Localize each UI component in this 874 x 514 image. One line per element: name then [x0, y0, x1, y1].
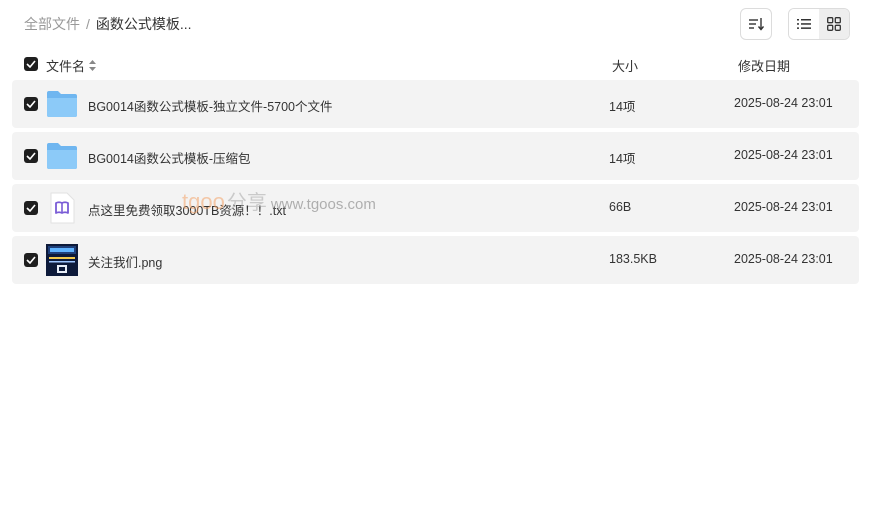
list-item[interactable]: 关注我们.png 183.5KB 2025-08-24 23:01: [12, 236, 859, 284]
column-header: 文件名 大小 修改日期: [24, 54, 854, 74]
select-all-checkbox[interactable]: [24, 57, 38, 71]
list-view-button[interactable]: [789, 9, 819, 39]
breadcrumb: 全部文件 / 函数公式模板...: [24, 14, 192, 34]
file-name[interactable]: BG0014函数公式模板-独立文件-5700个文件: [88, 96, 333, 115]
file-date: 2025-08-24 23:01: [734, 252, 833, 266]
date-column-header: 修改日期: [738, 59, 791, 74]
file-name[interactable]: 点这里免费领取3000TB资源！！.txt: [88, 200, 286, 219]
name-column-header[interactable]: 文件名: [46, 56, 97, 75]
file-date: 2025-08-24 23:01: [734, 200, 833, 214]
file-browser: 全部文件 / 函数公式模板... 文件名 大小 修改日期 BG0014函数公式模…: [0, 0, 874, 514]
grid-view-button[interactable]: [819, 9, 849, 39]
file-size: 14项: [609, 100, 636, 114]
image-thumbnail-icon: [46, 244, 78, 276]
list-item[interactable]: BG0014函数公式模板-独立文件-5700个文件 14项 2025-08-24…: [12, 80, 859, 128]
breadcrumb-separator: /: [86, 16, 90, 32]
file-date: 2025-08-24 23:01: [734, 96, 833, 110]
list-item[interactable]: BG0014函数公式模板-压缩包 14项 2025-08-24 23:01: [12, 132, 859, 180]
row-checkbox[interactable]: [24, 253, 38, 267]
file-size: 183.5KB: [609, 252, 657, 266]
check-icon: [26, 60, 36, 68]
file-size: 14项: [609, 152, 636, 166]
size-column-header: 大小: [612, 59, 639, 74]
name-column-label: 文件名: [46, 59, 86, 74]
file-size: 66B: [609, 200, 632, 214]
row-checkbox[interactable]: [24, 201, 38, 215]
check-icon: [26, 152, 36, 160]
list-view-icon: [797, 19, 811, 29]
grid-view-icon: [827, 17, 841, 31]
sort-toggle-icon[interactable]: [89, 60, 97, 71]
view-toggle: [788, 8, 850, 40]
check-icon: [26, 204, 36, 212]
sort-lines-icon: [749, 18, 764, 31]
file-date: 2025-08-24 23:01: [734, 148, 833, 162]
file-name[interactable]: BG0014函数公式模板-压缩包: [88, 148, 251, 167]
check-icon: [26, 100, 36, 108]
breadcrumb-current: 函数公式模板...: [95, 16, 192, 32]
sort-button[interactable]: [740, 8, 772, 40]
row-checkbox[interactable]: [24, 97, 38, 111]
folder-icon: [47, 143, 77, 169]
check-icon: [26, 256, 36, 264]
folder-icon: [47, 91, 77, 117]
breadcrumb-root[interactable]: 全部文件: [24, 14, 80, 34]
row-checkbox[interactable]: [24, 149, 38, 163]
text-file-icon: [50, 192, 75, 224]
list-item[interactable]: 点这里免费领取3000TB资源！！.txt 66B 2025-08-24 23:…: [12, 184, 859, 232]
file-name[interactable]: 关注我们.png: [88, 252, 162, 271]
